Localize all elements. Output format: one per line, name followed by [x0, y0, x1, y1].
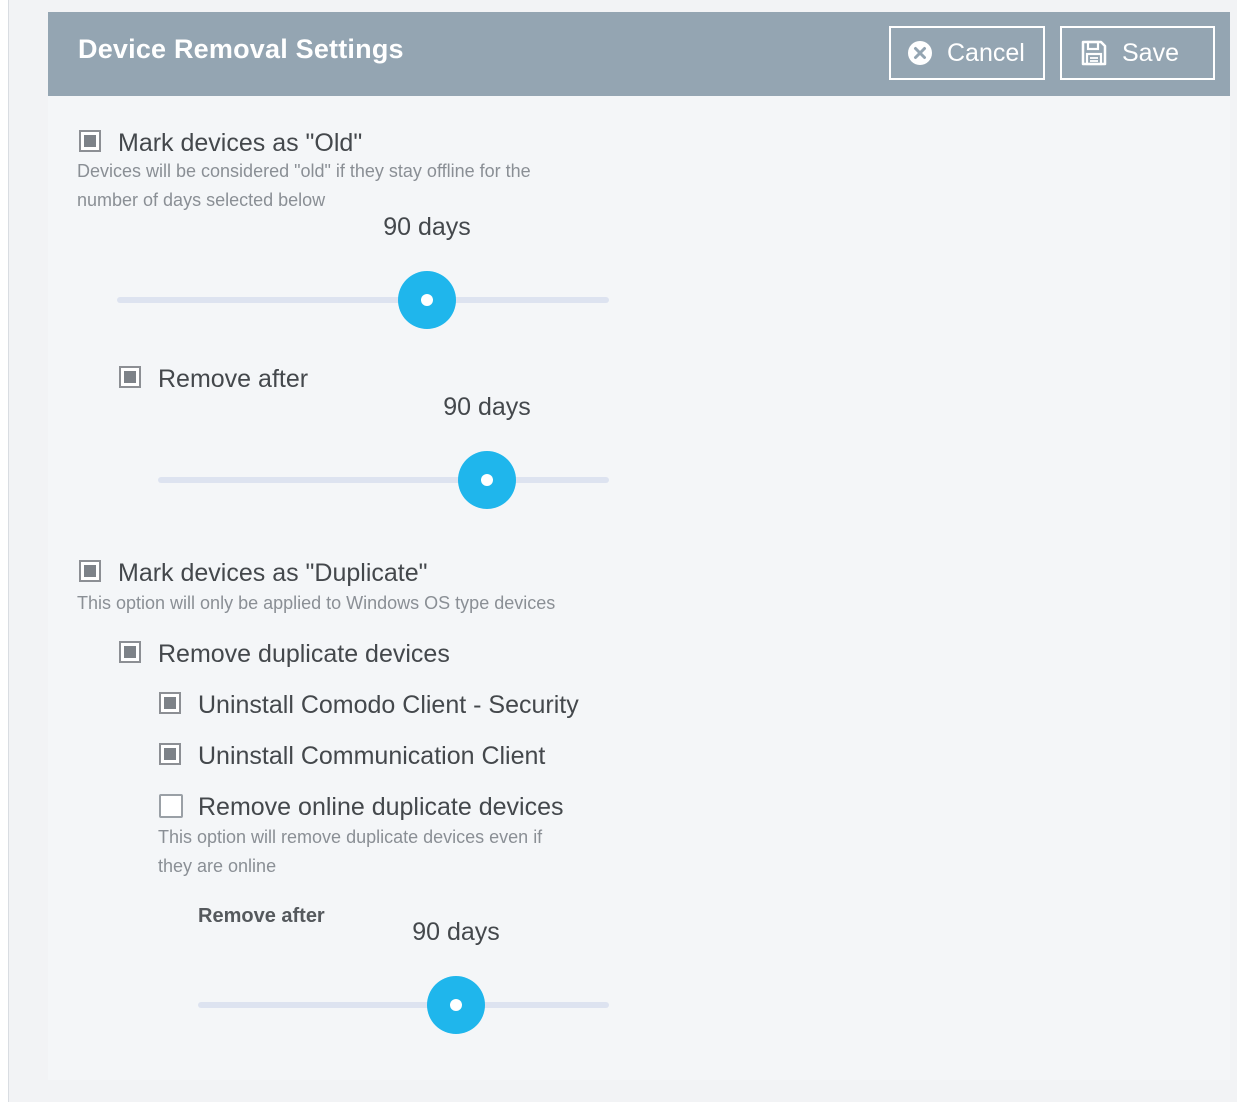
page-title: Device Removal Settings	[78, 34, 404, 64]
mark-old-help-line2: number of days selected below	[77, 190, 326, 210]
duplicate-days-slider[interactable]: 90 days	[198, 918, 609, 1035]
remove-online-help: This option will remove duplicate device…	[158, 823, 542, 881]
x-circle-icon	[907, 40, 933, 66]
mark-old-help: Devices will be considered "old" if they…	[77, 157, 531, 215]
uninstall-security-label: Uninstall Comodo Client - Security	[198, 691, 579, 719]
uninstall-communication-label: Uninstall Communication Client	[198, 742, 546, 770]
save-label: Save	[1122, 38, 1179, 67]
slider-handle[interactable]	[398, 271, 456, 329]
duplicate-remove-after-label: Remove after	[198, 905, 325, 927]
slider-track[interactable]	[198, 1002, 609, 1008]
remove-after-days-slider[interactable]: 90 days	[158, 393, 609, 510]
mark-duplicate-checkbox[interactable]	[79, 560, 101, 582]
remove-online-duplicates-label: Remove online duplicate devices	[198, 793, 564, 821]
slider-value: 90 days	[412, 918, 500, 946]
remove-after-checkbox[interactable]	[119, 366, 141, 388]
floppy-disk-icon	[1080, 39, 1108, 67]
settings-panel: Device Removal Settings Cancel Save Mark…	[48, 12, 1230, 1080]
slider-track[interactable]	[158, 477, 609, 483]
uninstall-security-checkbox[interactable]	[159, 692, 181, 714]
cancel-label: Cancel	[947, 38, 1025, 67]
save-button[interactable]: Save	[1060, 26, 1215, 80]
slider-handle[interactable]	[427, 976, 485, 1034]
mark-old-label: Mark devices as "Old"	[118, 129, 363, 157]
uninstall-communication-checkbox[interactable]	[159, 743, 181, 765]
mark-duplicate-help: This option will only be applied to Wind…	[77, 593, 556, 613]
remove-online-duplicates-checkbox[interactable]	[159, 794, 183, 818]
slider-track[interactable]	[117, 297, 609, 303]
remove-after-label: Remove after	[158, 365, 309, 393]
mark-duplicate-label: Mark devices as "Duplicate"	[118, 559, 428, 587]
slider-handle[interactable]	[458, 451, 516, 509]
slider-value: 90 days	[383, 213, 471, 241]
panel-header: Device Removal Settings Cancel Save	[48, 12, 1230, 96]
remove-online-help-line1: This option will remove duplicate device…	[158, 827, 543, 847]
page-frame: Device Removal Settings Cancel Save Mark…	[8, 0, 1237, 1102]
remove-duplicates-label: Remove duplicate devices	[158, 640, 450, 668]
mark-old-help-line1: Devices will be considered "old" if they…	[77, 161, 531, 181]
mark-old-checkbox[interactable]	[79, 130, 101, 152]
slider-value: 90 days	[443, 393, 531, 421]
old-days-slider[interactable]: 90 days	[117, 213, 609, 330]
remove-online-help-line2: they are online	[158, 856, 277, 876]
remove-duplicates-checkbox[interactable]	[119, 641, 141, 663]
cancel-button[interactable]: Cancel	[889, 26, 1045, 80]
